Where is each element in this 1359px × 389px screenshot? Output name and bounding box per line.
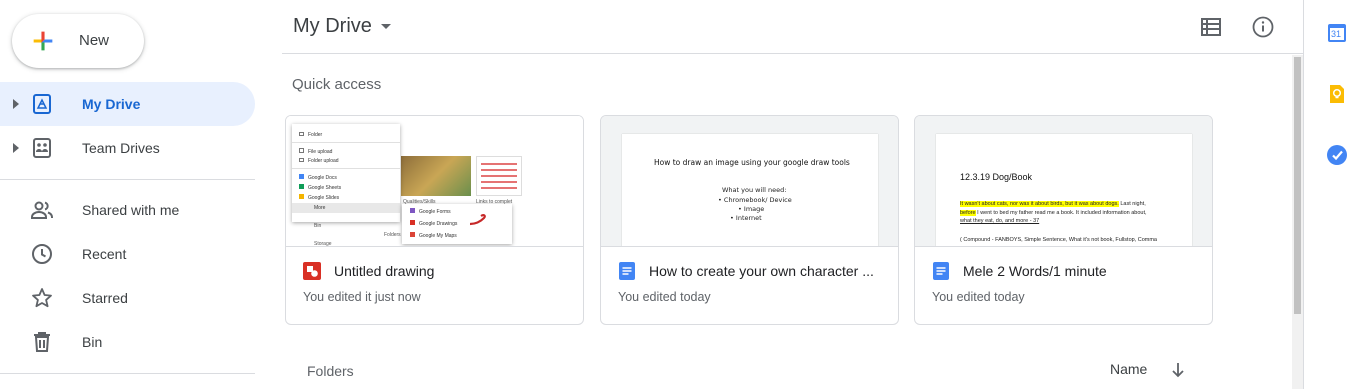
google-keep-icon[interactable] bbox=[1326, 83, 1348, 105]
doc-preview-highlight: before bbox=[960, 209, 976, 216]
file-name: How to create your own character ... bbox=[649, 263, 874, 279]
thumb-submenu: Google Forms Google Drawings Google My M… bbox=[402, 204, 512, 244]
google-drawings-icon bbox=[303, 262, 321, 280]
sidebar-item-team-drives[interactable]: Team Drives bbox=[0, 126, 255, 170]
sidebar-item-recent[interactable]: Recent bbox=[0, 232, 255, 276]
thumb-submenu-item: Google My Maps bbox=[419, 233, 457, 239]
file-edited-status: You edited today bbox=[932, 290, 1025, 304]
sidebar: New My Drive Team Drives Shared with me bbox=[0, 0, 270, 389]
doc-preview-text: what they eat, do, and more - 37 bbox=[960, 218, 1040, 224]
doc-preview-bullet: • Chromebook/ Device bbox=[718, 196, 792, 204]
quick-access-card[interactable]: 12.3.19 Dog/Book It wasn't about cats, n… bbox=[914, 115, 1213, 325]
file-name: Untitled drawing bbox=[334, 263, 435, 279]
quick-access-title: Quick access bbox=[292, 76, 382, 93]
thumb-menu-item: File upload bbox=[308, 149, 333, 155]
thumb-bg-label: Storage bbox=[314, 241, 332, 247]
thumb-menu-item: Google Docs bbox=[308, 175, 337, 181]
doc-preview-text: Last night, bbox=[1118, 201, 1146, 207]
doc-preview-highlight: It wasn't about cats, nor was it about b… bbox=[960, 201, 1119, 207]
doc-preview-bullet: • Internet bbox=[730, 214, 762, 222]
header: My Drive bbox=[282, 0, 1303, 54]
doc-preview-title: 12.3.19 Dog/Book bbox=[960, 172, 1033, 182]
sidebar-item-bin[interactable]: Bin bbox=[0, 320, 255, 364]
quick-access-card[interactable]: Qualities/Skills Links to complet Bin St… bbox=[285, 115, 584, 325]
trash-icon bbox=[34, 332, 50, 352]
sidebar-item-label: Starred bbox=[82, 290, 128, 306]
sidebar-item-starred[interactable]: Starred bbox=[0, 276, 255, 320]
doc-preview-text: I went to bed my father read me a book. … bbox=[975, 209, 1147, 216]
my-drive-icon bbox=[33, 94, 51, 114]
sort-by-name-button[interactable]: Name bbox=[1110, 361, 1147, 377]
plus-icon bbox=[33, 31, 53, 51]
calendar-day: 31 bbox=[1331, 29, 1342, 39]
thumb-menu-item: Google Sheets bbox=[308, 185, 342, 191]
doc-preview-text: What you will need: bbox=[722, 186, 787, 194]
thumb-submenu-item: Google Drawings bbox=[419, 221, 458, 227]
doc-preview-text: Chromebook/ Device bbox=[723, 196, 792, 204]
side-panel: 31 bbox=[1303, 0, 1359, 389]
clock-icon bbox=[32, 244, 52, 264]
sidebar-item-label: Shared with me bbox=[82, 202, 180, 218]
file-thumbnail: Qualities/Skills Links to complet Bin St… bbox=[286, 116, 583, 247]
shared-people-icon bbox=[31, 201, 53, 219]
google-calendar-icon[interactable]: 31 bbox=[1326, 22, 1348, 44]
new-button-label: New bbox=[79, 32, 110, 49]
arrow-down-icon[interactable] bbox=[1170, 361, 1186, 379]
folders-section-title: Folders bbox=[307, 363, 354, 379]
thumb-bg-label: Folders bbox=[384, 232, 401, 238]
sidebar-item-label: Recent bbox=[82, 246, 127, 262]
new-button[interactable]: New bbox=[12, 14, 144, 68]
document-page-preview: How to draw an image using your google d… bbox=[622, 134, 878, 246]
thumb-submenu-item: Google Forms bbox=[419, 209, 451, 215]
doc-preview-title: How to draw an image using your google d… bbox=[654, 158, 850, 167]
expand-arrow-icon[interactable] bbox=[13, 143, 19, 153]
google-docs-icon bbox=[619, 262, 635, 280]
doc-preview-text: Image bbox=[743, 205, 765, 213]
info-icon[interactable] bbox=[1251, 15, 1275, 39]
thumb-bg-label: Bin bbox=[314, 223, 322, 229]
sidebar-item-label: My Drive bbox=[82, 96, 141, 112]
sidebar-item-label: Team Drives bbox=[82, 140, 160, 156]
team-drives-icon bbox=[33, 138, 51, 158]
file-edited-status: You edited it just now bbox=[303, 290, 421, 304]
scrollbar-thumb[interactable] bbox=[1294, 57, 1301, 314]
sidebar-divider bbox=[0, 179, 255, 180]
chevron-down-icon[interactable] bbox=[381, 24, 391, 29]
thumb-menu-item: More bbox=[314, 205, 326, 211]
doc-preview-text: Internet bbox=[735, 214, 762, 222]
thumb-menu-item: Folder upload bbox=[308, 158, 339, 164]
thumb-menu-item: Folder bbox=[308, 132, 323, 138]
thumb-menu: Folder File upload Folder upload Google … bbox=[292, 124, 400, 222]
sidebar-item-label: Bin bbox=[82, 334, 103, 350]
expand-arrow-icon[interactable] bbox=[13, 99, 19, 109]
file-edited-status: You edited today bbox=[618, 290, 711, 304]
doc-preview-text: It wasn't about cats, nor was it about b… bbox=[960, 200, 1186, 226]
page-title[interactable]: My Drive bbox=[293, 15, 372, 38]
main-content: Quick access Qualities/Skills Links to c… bbox=[282, 55, 1292, 389]
file-thumbnail: 12.3.19 Dog/Book It wasn't about cats, n… bbox=[915, 116, 1212, 247]
list-view-icon[interactable] bbox=[1199, 15, 1223, 39]
star-icon bbox=[32, 288, 52, 308]
google-docs-icon bbox=[933, 262, 949, 280]
sidebar-divider bbox=[0, 373, 255, 374]
google-tasks-icon[interactable] bbox=[1326, 144, 1348, 166]
file-name: Mele 2 Words/1 minute bbox=[963, 263, 1107, 279]
quick-access-card[interactable]: How to draw an image using your google d… bbox=[600, 115, 899, 325]
red-scribble-icon bbox=[469, 214, 486, 226]
doc-preview-text: ( Compound - FANBOYS, Simple Sentence, W… bbox=[960, 237, 1157, 243]
doc-preview-bullet: • Image bbox=[738, 205, 765, 213]
sidebar-item-my-drive[interactable]: My Drive bbox=[0, 82, 255, 126]
file-thumbnail: How to draw an image using your google d… bbox=[601, 116, 898, 247]
sidebar-item-shared-with-me[interactable]: Shared with me bbox=[0, 188, 255, 232]
document-page-preview: 12.3.19 Dog/Book It wasn't about cats, n… bbox=[936, 134, 1192, 246]
thumb-menu-item: Google Slides bbox=[308, 195, 340, 201]
